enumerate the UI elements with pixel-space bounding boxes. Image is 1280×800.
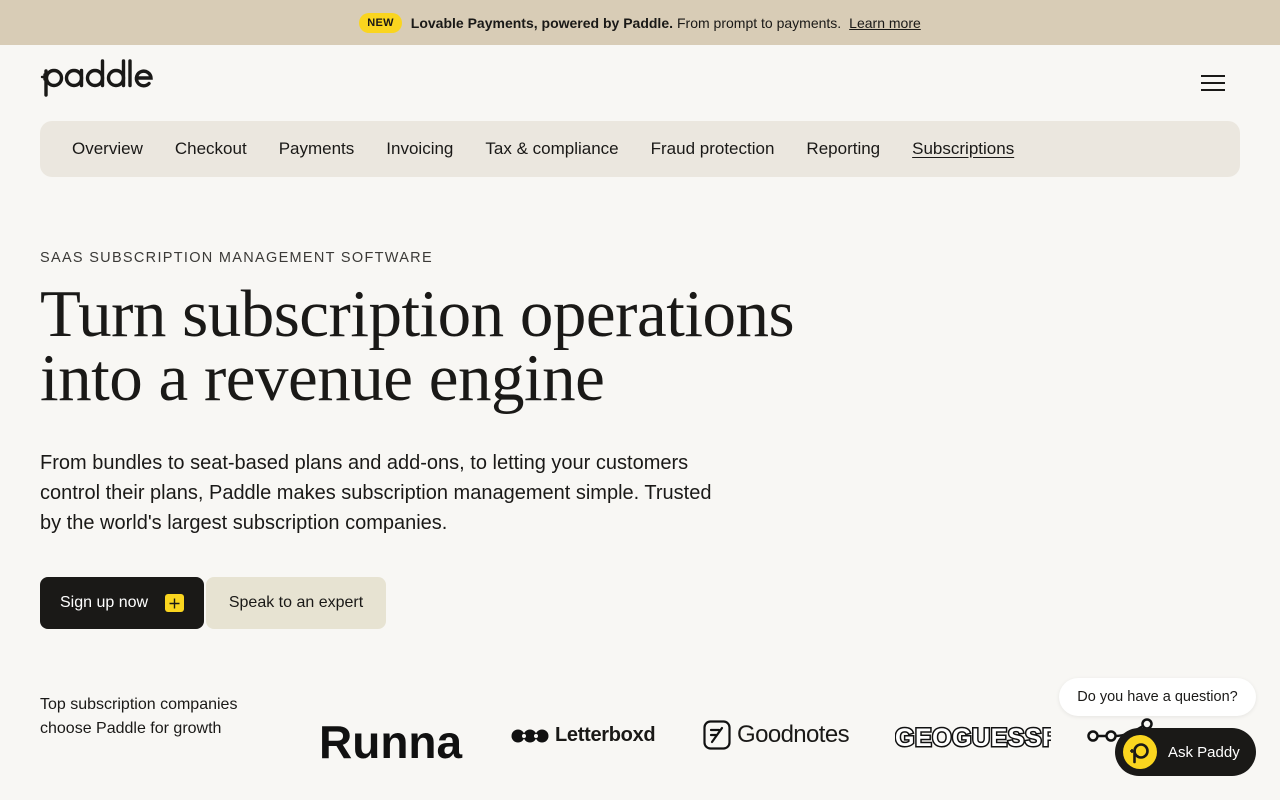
learn-more-link[interactable]: Learn more — [849, 15, 921, 31]
sign-up-button[interactable]: Sign up now — [40, 577, 204, 629]
subnav-item-subscriptions[interactable]: Subscriptions — [912, 139, 1014, 159]
hamburger-icon-bar — [1201, 75, 1225, 77]
goodnotes-logo: Goodnotes — [703, 720, 850, 750]
paddy-avatar-icon — [1123, 735, 1157, 769]
announcement-title: Lovable Payments, powered by Paddle. — [410, 14, 673, 31]
geoguessr-logo: GEOGUESSR — [894, 720, 1062, 759]
paddle-logo-mark — [40, 59, 153, 97]
hero-description: From bundles to seat-based plans and add… — [40, 452, 712, 534]
subnav-item-overview[interactable]: Overview — [72, 139, 143, 159]
paddle-logo[interactable] — [40, 58, 164, 98]
runna-logo: Runna — [319, 711, 475, 768]
ask-paddy-label: Ask Paddy — [1168, 743, 1240, 761]
subnav-item-payments[interactable]: Payments — [279, 139, 355, 159]
announcement-text: From prompt to payments. — [677, 14, 842, 31]
new-badge: NEW — [359, 12, 402, 33]
geoguessr-logo-text: GEOGUESSR — [895, 724, 1051, 752]
ask-paddy-button[interactable]: Ask Paddy — [1115, 728, 1256, 776]
hero-eyebrow: SAAS SUBSCRIPTION MANAGEMENT SOFTWARE — [40, 250, 433, 266]
speak-to-expert-button[interactable]: Speak to an expert — [206, 577, 386, 629]
subnav-item-invoicing[interactable]: Invoicing — [386, 139, 453, 159]
goodnotes-logo-text: Goodnotes — [737, 721, 850, 748]
chat-prompt-bubble[interactable]: Do you have a question? — [1059, 678, 1256, 716]
hamburger-icon-bar — [1201, 82, 1225, 84]
logos-caption: Top subscription companies choose Paddle… — [40, 696, 238, 737]
plus-icon — [165, 594, 184, 612]
announcement-bar: NEW Lovable Payments, powered by Paddle.… — [0, 0, 1280, 45]
sign-up-label: Sign up now — [60, 594, 149, 611]
letterboxd-logo: Letterboxd — [511, 724, 656, 747]
hamburger-icon-bar — [1201, 89, 1225, 91]
menu-button[interactable] — [1196, 70, 1230, 96]
subnav-item-reporting[interactable]: Reporting — [806, 139, 880, 159]
subnav-item-checkout[interactable]: Checkout — [175, 139, 247, 159]
subnav-item-fraud-protection[interactable]: Fraud protection — [651, 139, 775, 159]
letterboxd-logo-text: Letterboxd — [555, 724, 656, 746]
product-subnav: Overview Checkout Payments Invoicing Tax… — [40, 121, 1240, 177]
letterboxd-dots-icon — [511, 729, 549, 742]
subnav-item-tax-compliance[interactable]: Tax & compliance — [485, 139, 618, 159]
headline-line-1: Turn subscription operations — [40, 277, 795, 351]
headline-line-2: into a revenue engine — [40, 341, 605, 415]
runna-logo-text: Runna — [319, 716, 463, 763]
hero-headline: Turn subscription operations into a reve… — [40, 281, 860, 412]
goodnotes-icon — [703, 720, 731, 750]
